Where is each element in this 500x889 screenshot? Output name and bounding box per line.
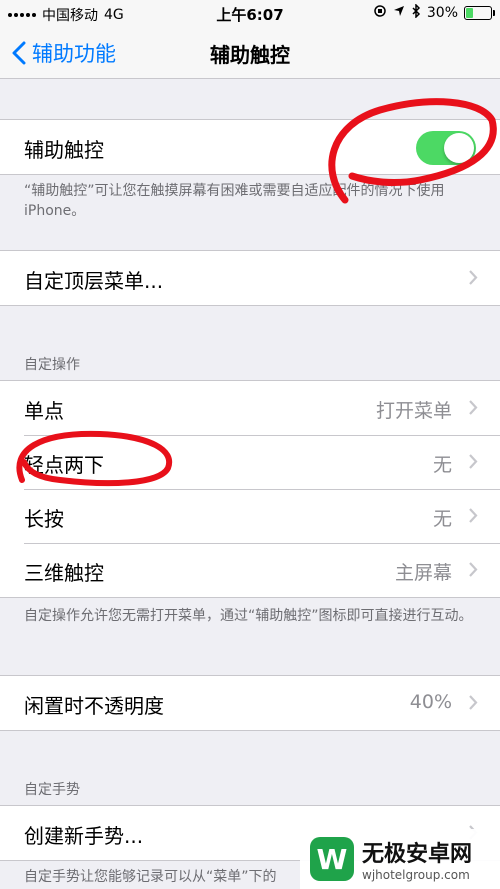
custom-actions-group: 单点 打开菜单 轻点两下 无 长按 无 三维触控 主屏幕 — [0, 380, 500, 598]
status-bar: 中国移动 4G 上午6:07 30% — [0, 0, 500, 26]
orientation-lock-icon — [373, 4, 387, 22]
idle-opacity-value: 40% — [409, 691, 452, 713]
action-value: 无 — [432, 508, 452, 530]
idle-opacity-row[interactable]: 闲置时不透明度 40% — [0, 676, 500, 730]
custom-actions-header: 自定操作 — [24, 357, 80, 373]
watermark-title: 无极安卓网 — [362, 842, 473, 867]
chevron-right-icon — [469, 270, 478, 285]
bluetooth-icon — [411, 3, 421, 22]
action-row-long-press[interactable]: 长按 无 — [0, 489, 500, 543]
idle-opacity-label: 闲置时不透明度 — [24, 694, 164, 718]
watermark: W 无极安卓网 wjhotelgroup.com — [300, 829, 500, 889]
action-row-double-tap[interactable]: 轻点两下 无 — [0, 435, 500, 489]
action-label: 轻点两下 — [24, 453, 104, 477]
chevron-right-icon — [469, 400, 478, 415]
chevron-right-icon — [469, 454, 478, 469]
action-value: 打开菜单 — [375, 400, 452, 422]
assistive-touch-toggle[interactable] — [416, 131, 476, 165]
top-level-menu-row[interactable]: 自定顶层菜单... — [0, 251, 500, 305]
page-title: 辅助触控 — [210, 43, 290, 67]
battery-percent: 30% — [426, 5, 458, 21]
action-row-single-tap[interactable]: 单点 打开菜单 — [0, 381, 500, 435]
action-label: 三维触控 — [24, 561, 104, 585]
assistive-touch-group: 辅助触控 — [0, 119, 500, 175]
top-level-menu-label: 自定顶层菜单... — [24, 269, 164, 293]
idle-opacity-group: 闲置时不透明度 40% — [0, 675, 500, 731]
navigation-bar: 辅助功能 辅助触控 — [0, 26, 500, 79]
battery-icon — [464, 6, 495, 20]
location-icon — [393, 5, 405, 21]
watermark-logo-icon: W — [310, 837, 354, 881]
action-row-3d-touch[interactable]: 三维触控 主屏幕 — [0, 543, 500, 597]
assistive-touch-row: 辅助触控 — [0, 120, 500, 174]
action-value: 主屏幕 — [394, 562, 452, 584]
custom-gestures-header: 自定手势 — [24, 782, 80, 798]
action-value: 无 — [432, 454, 452, 476]
chevron-right-icon — [469, 562, 478, 577]
action-label: 单点 — [24, 399, 64, 423]
top-level-menu-group: 自定顶层菜单... — [0, 250, 500, 306]
chevron-right-icon — [469, 508, 478, 523]
watermark-url: wjhotelgroup.com — [362, 868, 470, 882]
action-label: 长按 — [24, 507, 64, 531]
chevron-right-icon — [469, 695, 478, 710]
assistive-touch-footer: “辅助触控”可让您在触摸屏幕有困难或需要自适应配件的情况下使用 iPhone。 — [24, 183, 445, 219]
assistive-touch-label: 辅助触控 — [24, 138, 104, 162]
toggle-knob — [444, 133, 474, 163]
custom-actions-footer: 自定操作允许您无需打开菜单，通过“辅助触控”图标即可直接进行互动。 — [24, 608, 473, 624]
create-gesture-label: 创建新手势... — [24, 824, 144, 848]
